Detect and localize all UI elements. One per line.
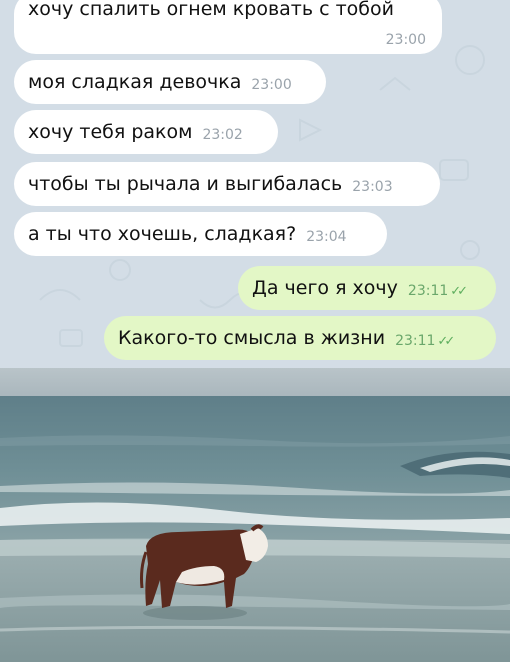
message-text: Какого-то смысла в жизни: [118, 327, 386, 349]
message-time: 23:00: [251, 77, 292, 93]
message-time: 23:02: [202, 127, 243, 143]
message-time: 23:11: [407, 283, 449, 299]
message-time: 23:00: [385, 32, 426, 48]
message-text: а ты что хочешь, сладкая?: [28, 223, 297, 245]
incoming-message[interactable]: хочу спалить огнем кровать с тобой 23:00: [14, 0, 442, 54]
incoming-message[interactable]: а ты что хочешь, сладкая? 23:04: [14, 212, 387, 256]
double-check-icon: ✓✓: [450, 283, 468, 299]
message-text: моя сладкая девочка: [28, 71, 242, 93]
message-time: 23:11: [395, 333, 436, 349]
message-text: хочу тебя раком: [28, 121, 193, 143]
message-time: 23:03: [352, 179, 393, 195]
message-text: Да чего я хочу: [252, 277, 398, 299]
incoming-message[interactable]: моя сладкая девочка 23:00: [14, 60, 326, 104]
beach-scene-image: [0, 368, 510, 662]
message-time: 23:04: [306, 229, 347, 245]
cow-on-beach-photo: [0, 368, 510, 662]
incoming-message[interactable]: чтобы ты рычала и выгибалась 23:03: [14, 162, 440, 206]
incoming-message[interactable]: хочу тебя раком 23:02: [14, 110, 278, 154]
outgoing-message[interactable]: Да чего я хочу 23:11 ✓✓: [238, 266, 496, 310]
chat-area: хочу спалить огнем кровать с тобой 23:00…: [0, 0, 510, 368]
message-text: чтобы ты рычала и выгибалась: [28, 173, 343, 195]
message-text: хочу спалить огнем кровать с тобой: [28, 0, 394, 20]
double-check-icon: ✓✓: [437, 333, 455, 349]
outgoing-message[interactable]: Какого-то смысла в жизни 23:11 ✓✓: [104, 316, 496, 360]
